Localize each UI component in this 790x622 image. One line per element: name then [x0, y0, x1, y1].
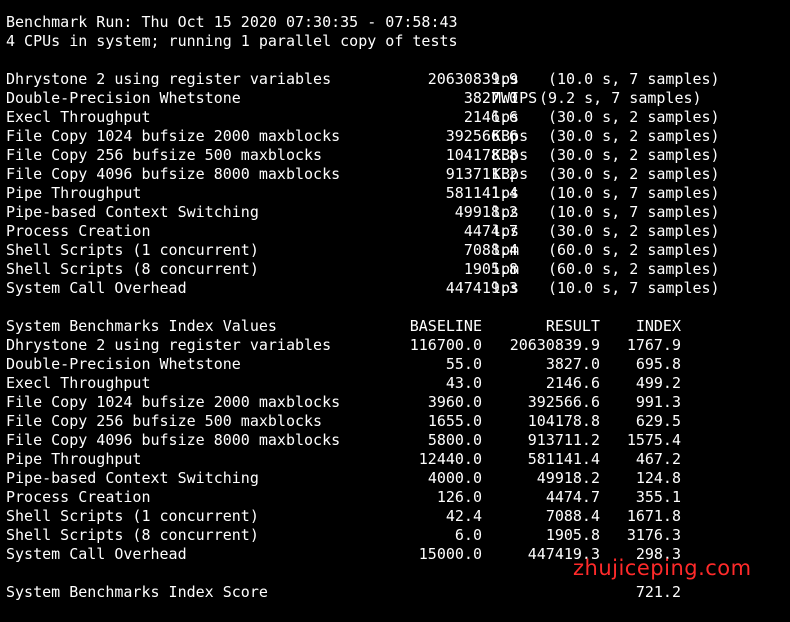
index-row-result: 7088.4 [545, 507, 600, 525]
index-row-name: System Call Overhead [6, 545, 187, 563]
index-row-baseline: 6.0 [454, 526, 482, 544]
index-table-title: System Benchmarks Index Values [6, 317, 277, 335]
result-detail: (10.0 s, 7 samples) [548, 203, 720, 221]
result-name: Dhrystone 2 using register variables [6, 70, 332, 88]
index-row-index: 629.5 [635, 412, 681, 430]
result-unit: lps [492, 222, 520, 240]
index-row-index: 695.8 [635, 355, 681, 373]
index-row-index: 355.1 [635, 488, 681, 506]
index-row-result: 913711.2 [527, 431, 600, 449]
result-unit: lps [492, 70, 520, 88]
index-row-index: 1575.4 [626, 431, 681, 449]
index-header: INDEX [635, 317, 681, 335]
result-detail: (60.0 s, 2 samples) [548, 260, 720, 278]
index-row-baseline: 3960.0 [427, 393, 482, 411]
index-row-index: 467.2 [635, 450, 681, 468]
result-detail: (60.0 s, 2 samples) [548, 241, 720, 259]
index-row-result: 20630839.9 [509, 336, 600, 354]
result-detail: (30.0 s, 2 samples) [548, 165, 720, 183]
result-name: Double-Precision Whetstone [6, 89, 241, 107]
result-name: File Copy 4096 bufsize 8000 maxblocks [6, 165, 341, 183]
index-row-name: Shell Scripts (1 concurrent) [6, 507, 259, 525]
index-row-baseline: 42.4 [445, 507, 482, 525]
result-unit: lps [492, 279, 520, 297]
result-detail: (9.2 s, 7 samples) [539, 89, 702, 107]
index-row-index: 991.3 [635, 393, 681, 411]
index-row-name: File Copy 4096 bufsize 8000 maxblocks [6, 431, 341, 449]
result-name: Process Creation [6, 222, 151, 240]
index-row-baseline: 126.0 [436, 488, 482, 506]
index-row-name: Dhrystone 2 using register variables [6, 336, 332, 354]
result-detail: (30.0 s, 2 samples) [548, 108, 720, 126]
index-row-result: 581141.4 [527, 450, 600, 468]
index-row-name: Execl Throughput [6, 374, 151, 392]
index-row-name: Pipe-based Context Switching [6, 469, 259, 487]
index-row-result: 2146.6 [545, 374, 600, 392]
index-row-baseline: 4000.0 [427, 469, 482, 487]
result-detail: (10.0 s, 7 samples) [548, 70, 720, 88]
result-header: RESULT [545, 317, 600, 335]
result-unit: lpm [492, 241, 520, 259]
baseline-header: BASELINE [409, 317, 482, 335]
index-row-baseline: 55.0 [445, 355, 482, 373]
index-row-index: 499.2 [635, 374, 681, 392]
benchmark-run-line: Benchmark Run: Thu Oct 15 2020 07:30:35 … [6, 13, 458, 31]
result-unit: KBps [492, 146, 529, 164]
index-row-index: 124.8 [635, 469, 681, 487]
result-detail: (10.0 s, 7 samples) [548, 279, 720, 297]
index-row-name: File Copy 1024 bufsize 2000 maxblocks [6, 393, 341, 411]
index-row-result: 1905.8 [545, 526, 600, 544]
result-unit: lps [492, 108, 520, 126]
result-name: Shell Scripts (1 concurrent) [6, 241, 259, 259]
index-row-baseline: 5800.0 [427, 431, 482, 449]
terminal-window: ----------------------------------------… [0, 0, 790, 622]
index-row-result: 104178.8 [527, 412, 600, 430]
index-row-index: 1767.9 [626, 336, 681, 354]
index-row-name: Process Creation [6, 488, 151, 506]
index-row-name: Shell Scripts (8 concurrent) [6, 526, 259, 544]
index-row-index: 3176.3 [626, 526, 681, 544]
index-row-result: 3827.0 [545, 355, 600, 373]
result-name: Shell Scripts (8 concurrent) [6, 260, 259, 278]
result-unit: MWIPS [492, 89, 538, 107]
index-score-label: System Benchmarks Index Score [6, 583, 268, 601]
result-detail: (30.0 s, 2 samples) [548, 222, 720, 240]
result-detail: (10.0 s, 7 samples) [548, 184, 720, 202]
result-unit: lps [492, 184, 520, 202]
result-name: File Copy 1024 bufsize 2000 maxblocks [6, 127, 341, 145]
index-row-baseline: 43.0 [445, 374, 482, 392]
index-row-index: 1671.8 [626, 507, 681, 525]
result-detail: (30.0 s, 2 samples) [548, 146, 720, 164]
separator-line: ----------------------------------------… [6, 0, 674, 7]
result-unit: KBps [492, 127, 529, 145]
index-score-value: 721.2 [635, 583, 681, 601]
result-name: System Call Overhead [6, 279, 187, 297]
result-unit: lps [492, 203, 520, 221]
result-name: Execl Throughput [6, 108, 151, 126]
result-detail: (30.0 s, 2 samples) [548, 127, 720, 145]
index-row-result: 4474.7 [545, 488, 600, 506]
result-name: Pipe Throughput [6, 184, 142, 202]
index-row-baseline: 15000.0 [418, 545, 482, 563]
site-watermark: zhujiceping.com [573, 556, 752, 580]
result-name: File Copy 256 bufsize 500 maxblocks [6, 146, 323, 164]
index-row-baseline: 1655.0 [427, 412, 482, 430]
index-row-baseline: 116700.0 [409, 336, 482, 354]
index-row-result: 392566.6 [527, 393, 600, 411]
index-row-name: File Copy 256 bufsize 500 maxblocks [6, 412, 323, 430]
result-unit: lpm [492, 260, 520, 278]
cpu-info-line: 4 CPUs in system; running 1 parallel cop… [6, 32, 458, 50]
result-name: Pipe-based Context Switching [6, 203, 259, 221]
index-row-result: 49918.2 [536, 469, 600, 487]
index-row-baseline: 12440.0 [418, 450, 482, 468]
index-row-name: Pipe Throughput [6, 450, 142, 468]
index-row-name: Double-Precision Whetstone [6, 355, 241, 373]
result-unit: KBps [492, 165, 529, 183]
